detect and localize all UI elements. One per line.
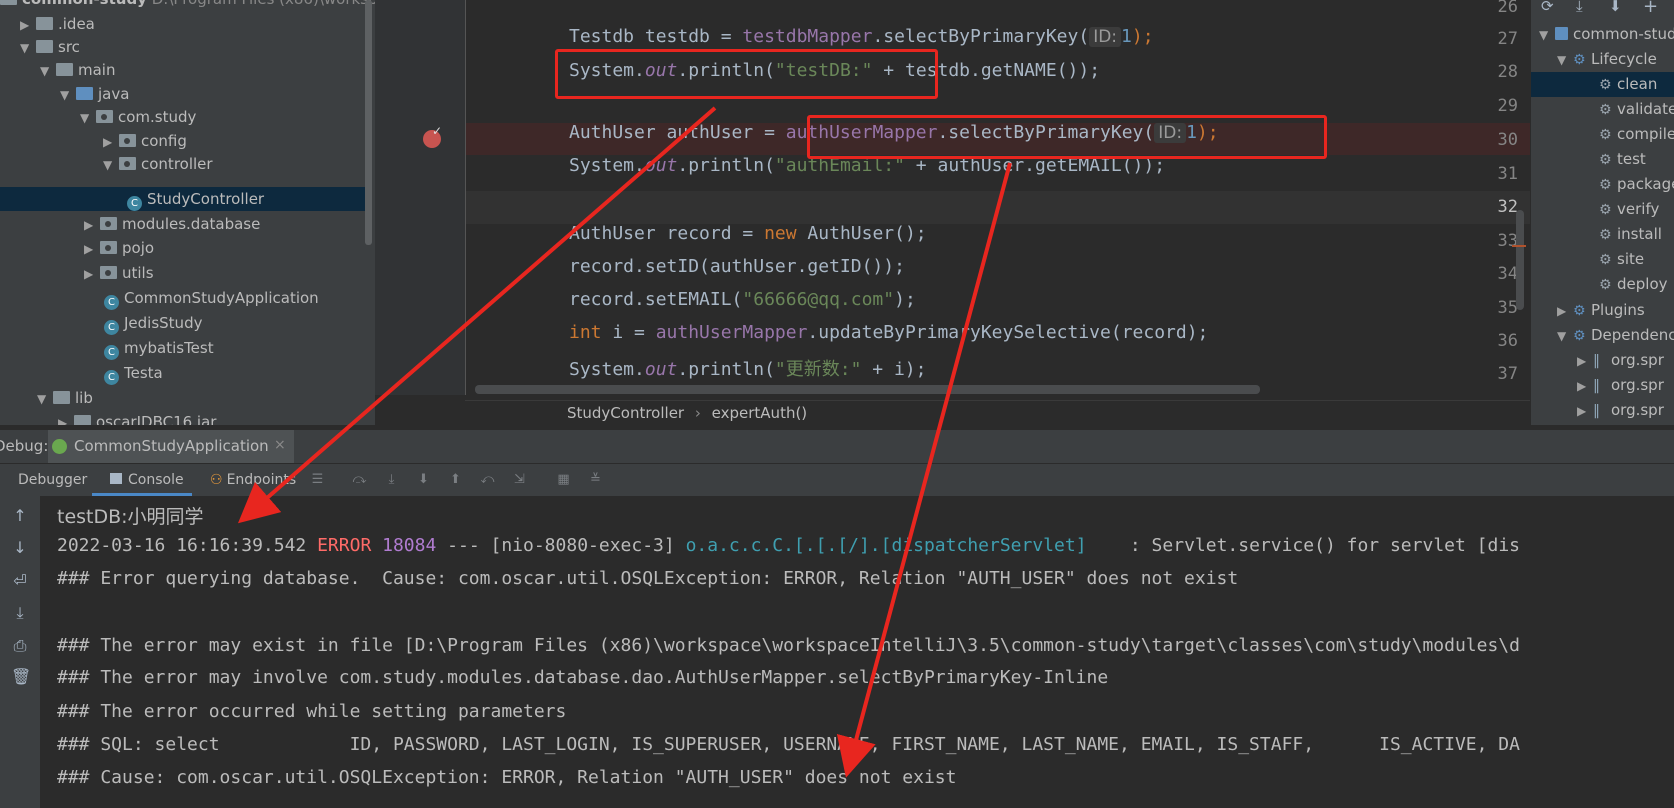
annotation-arrow-2 (836, 162, 1012, 778)
annotation-arrows (237, 106, 1012, 778)
annotation-arrow-1 (237, 106, 717, 524)
